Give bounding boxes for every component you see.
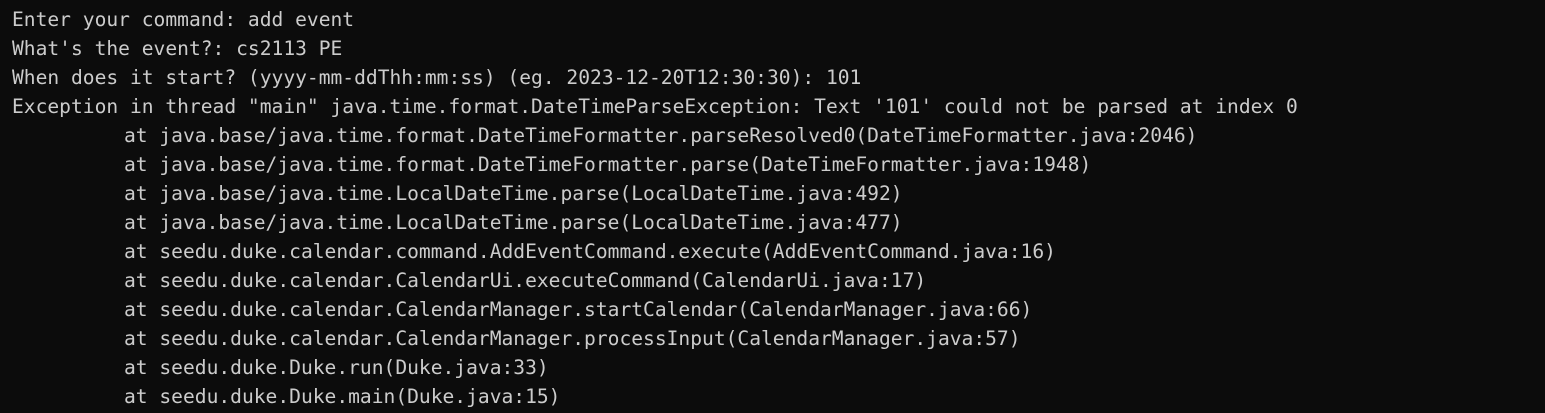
terminal-window[interactable]: Enter your command: add event What's the…: [0, 0, 1545, 413]
stack-trace-line: at java.base/java.time.format.DateTimeFo…: [124, 153, 1092, 176]
stack-trace-line: at java.base/java.time.LocalDateTime.par…: [124, 211, 903, 234]
stack-trace-line: at seedu.duke.calendar.CalendarManager.s…: [124, 298, 1033, 321]
stack-trace-line: at seedu.duke.calendar.command.AddEventC…: [124, 240, 1056, 263]
stack-trace-line: at java.base/java.time.format.DateTimeFo…: [124, 124, 1198, 147]
terminal-output: Enter your command: add event What's the…: [12, 5, 1542, 411]
prompt-line-command: Enter your command: add event: [12, 8, 355, 31]
stack-trace-line: at seedu.duke.calendar.CalendarManager.p…: [124, 327, 1021, 350]
prompt-line-event: What's the event?: cs2113 PE: [12, 37, 343, 60]
stack-trace-line: at java.base/java.time.LocalDateTime.par…: [124, 182, 903, 205]
exception-message: Exception in thread "main" java.time.for…: [12, 95, 1298, 118]
stack-trace-line: at seedu.duke.calendar.CalendarUi.execut…: [124, 269, 927, 292]
prompt-line-start-time: When does it start? (yyyy-mm-ddThh:mm:ss…: [12, 66, 862, 89]
stack-trace-line: at seedu.duke.Duke.main(Duke.java:15): [124, 385, 561, 408]
stack-trace-line: at seedu.duke.Duke.run(Duke.java:33): [124, 356, 549, 379]
